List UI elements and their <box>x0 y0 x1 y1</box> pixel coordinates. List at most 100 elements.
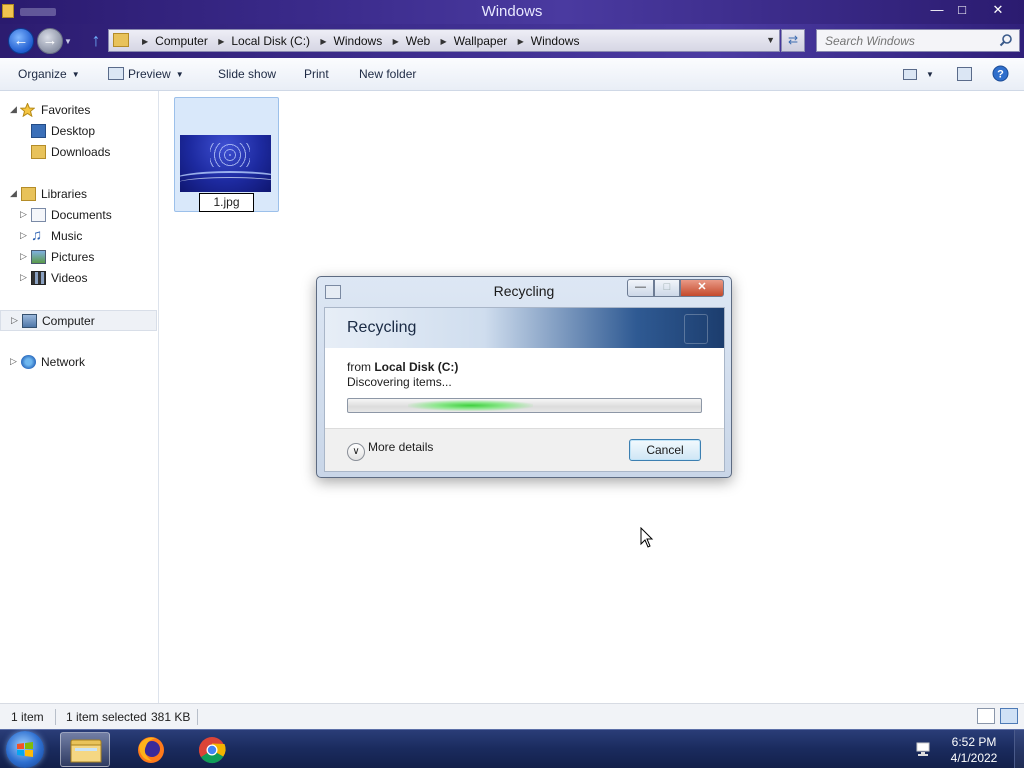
forward-button[interactable]: → <box>37 28 63 54</box>
nav-favorites[interactable]: ◢ Favorites <box>0 100 157 121</box>
close-button[interactable]: ✕ <box>982 0 1014 22</box>
dialog-minimize-button[interactable]: — <box>627 279 654 297</box>
nav-pictures[interactable]: ▷ Pictures <box>0 247 157 268</box>
recycling-dialog: Recycling — □ ✕ Recycling from Local Dis… <box>316 276 732 478</box>
refresh-icon[interactable]: ⇄ <box>781 29 805 52</box>
nav-desktop[interactable]: Desktop <box>0 121 157 142</box>
navigation-bar: ← → ▼ ↑ ▶ Computer ▶ Local Disk (C:) ▶ Wind… <box>0 24 1024 58</box>
slideshow-button[interactable]: Slide show <box>218 67 276 81</box>
dialog-maximize-button: □ <box>654 279 680 297</box>
breadcrumb-windows[interactable]: Windows <box>334 34 383 48</box>
more-details-label: More details <box>368 440 434 454</box>
file-name-edit-box[interactable]: 1.jpg <box>199 193 254 212</box>
large-icons-view-icon[interactable] <box>1000 708 1018 724</box>
file-item-selected[interactable]: 1.jpg <box>174 97 279 212</box>
libraries-icon <box>21 187 36 201</box>
print-button[interactable]: Print <box>304 67 329 81</box>
collapsed-arrow-icon[interactable]: ▷ <box>11 315 18 326</box>
chevron-down-icon: ▼ <box>175 70 184 79</box>
search-icon[interactable] <box>999 33 1013 47</box>
taskbar: 6:52 PM 4/1/2022 <box>0 729 1024 768</box>
breadcrumb-separator[interactable]: ▶ <box>218 37 224 46</box>
expanded-arrow-icon[interactable]: ◢ <box>10 188 17 199</box>
nav-documents[interactable]: ▷ Documents <box>0 205 157 226</box>
windows-logo-icon <box>17 742 33 757</box>
expanded-arrow-icon[interactable]: ◢ <box>10 104 17 115</box>
collapsed-arrow-icon[interactable]: ▷ <box>20 230 27 241</box>
collapsed-arrow-icon[interactable]: ▷ <box>10 356 17 367</box>
thumbnail-decoration <box>210 143 250 167</box>
details-view-icon[interactable] <box>977 708 995 724</box>
chrome-icon <box>198 737 226 764</box>
taskbar-chrome[interactable] <box>187 732 237 767</box>
music-label: Music <box>51 229 83 243</box>
star-icon <box>20 103 35 117</box>
clock-time: 6:52 PM <box>951 735 997 749</box>
show-desktop-button[interactable] <box>1014 730 1024 768</box>
help-button[interactable]: ? <box>992 65 1009 85</box>
cancel-button[interactable]: Cancel <box>629 439 701 461</box>
collapsed-arrow-icon[interactable]: ▷ <box>20 209 27 220</box>
selection-size: 381 KB <box>151 710 191 724</box>
dialog-banner: Recycling <box>325 308 724 348</box>
nav-network[interactable]: ▷ Network <box>0 352 157 373</box>
breadcrumb-computer[interactable]: Computer <box>155 34 208 48</box>
nav-videos[interactable]: ▷ Videos <box>0 268 157 289</box>
collapsed-arrow-icon[interactable]: ▷ <box>20 251 27 262</box>
back-arrow-icon: ← <box>13 32 29 49</box>
preview-label: Preview <box>128 67 171 81</box>
up-arrow-icon[interactable]: ↑ <box>86 30 106 52</box>
change-view-button[interactable]: ▼ <box>903 67 934 81</box>
taskbar-file-explorer[interactable] <box>60 732 110 767</box>
nav-music[interactable]: ▷ ♫ Music <box>0 226 157 247</box>
new-folder-button[interactable]: New folder <box>359 67 416 81</box>
breadcrumb: ▶ Computer ▶ Local Disk (C:) ▶ Windows ▶ Web… <box>135 34 579 48</box>
address-bar[interactable]: ▶ Computer ▶ Local Disk (C:) ▶ Windows ▶ Web… <box>108 29 780 52</box>
pictures-label: Pictures <box>51 250 95 264</box>
network-status-icon[interactable] <box>915 741 931 757</box>
breadcrumb-separator[interactable]: ▶ <box>393 37 399 46</box>
breadcrumb-separator[interactable]: ▶ <box>441 37 447 46</box>
system-clock[interactable]: 6:52 PM 4/1/2022 <box>940 734 1008 766</box>
dialog-heading: Recycling <box>347 319 417 336</box>
more-details-toggle[interactable]: ∨ More details <box>347 440 433 461</box>
help-icon: ? <box>992 65 1009 82</box>
desktop-label: Desktop <box>51 124 96 138</box>
nav-downloads[interactable]: Downloads <box>0 142 157 163</box>
computer-label: Computer <box>42 314 95 328</box>
selection-count: 1 item selected <box>66 710 147 724</box>
status-bar: 1 item 1 item selected 381 KB <box>0 703 1024 729</box>
breadcrumb-separator[interactable]: ▶ <box>518 37 524 46</box>
preview-button[interactable]: Preview ▼ <box>108 67 184 81</box>
breadcrumb-separator[interactable]: ▶ <box>142 37 148 46</box>
breadcrumb-local-disk[interactable]: Local Disk (C:) <box>231 34 310 48</box>
maximize-button[interactable]: □ <box>946 0 978 22</box>
search-input[interactable] <box>817 30 987 51</box>
breadcrumb-separator[interactable]: ▶ <box>320 37 326 46</box>
pictures-icon <box>31 250 46 264</box>
source-location-text: from Local Disk (C:) <box>347 360 458 374</box>
nav-computer[interactable]: ▷ Computer <box>0 310 157 331</box>
navigation-pane: ◢ Favorites Desktop Downloads ◢ Librarie… <box>0 91 159 703</box>
organize-button[interactable]: Organize ▼ <box>18 67 80 81</box>
chevron-down-icon[interactable]: ∨ <box>347 443 365 461</box>
desktop-icon <box>31 124 46 138</box>
address-dropdown[interactable]: ▼ <box>766 35 775 45</box>
favorites-label: Favorites <box>41 103 91 117</box>
recent-pages-dropdown[interactable]: ▼ <box>64 37 72 46</box>
taskbar-firefox[interactable] <box>126 732 176 767</box>
breadcrumb-wallpaper[interactable]: Wallpaper <box>454 34 508 48</box>
preview-pane-icon <box>957 67 972 81</box>
view-icon <box>903 69 917 80</box>
dialog-close-button[interactable]: ✕ <box>680 279 724 297</box>
preview-pane-button[interactable] <box>957 67 976 82</box>
search-box[interactable] <box>816 29 1020 52</box>
back-button[interactable]: ← <box>8 28 34 54</box>
item-count: 1 item <box>11 710 44 724</box>
collapsed-arrow-icon[interactable]: ▷ <box>20 272 27 283</box>
start-button[interactable] <box>6 731 44 768</box>
breadcrumb-windows-current[interactable]: Windows <box>531 34 580 48</box>
chevron-down-icon: ▼ <box>71 70 80 79</box>
breadcrumb-web[interactable]: Web <box>406 34 430 48</box>
nav-libraries[interactable]: ◢ Libraries <box>0 184 157 205</box>
